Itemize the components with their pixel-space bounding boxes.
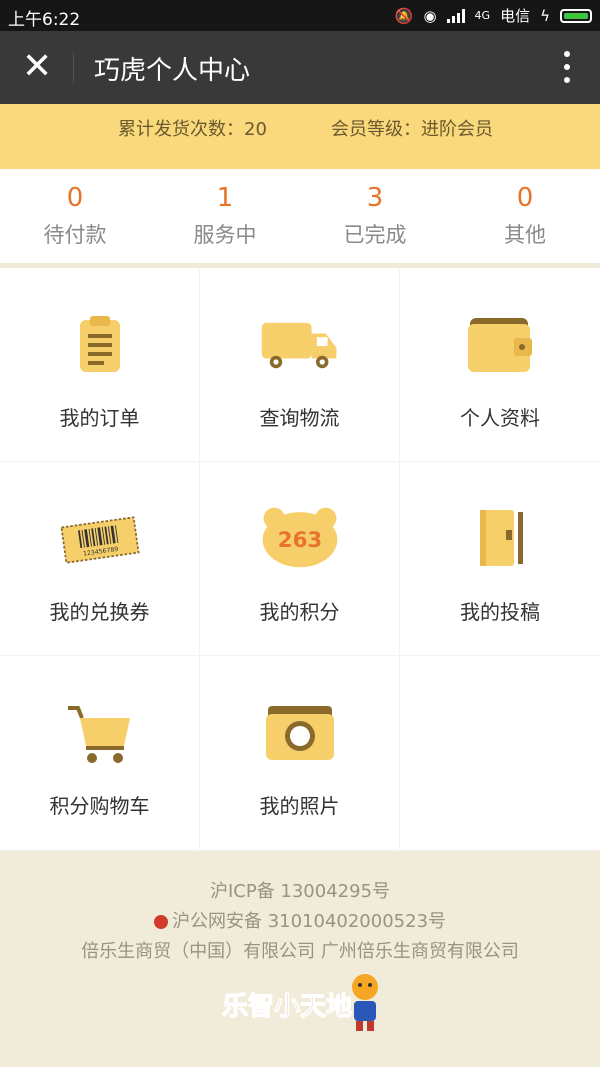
member-summary: 累计发货次数：20 会员等级：进阶会员 <box>0 104 600 169</box>
footer: 沪ICP备 13004295号 沪公网安备 31010402000523号 倍乐… <box>0 851 600 1067</box>
order-status-label: 已完成 <box>343 223 407 247</box>
title-separator <box>73 53 74 83</box>
signal-icon <box>446 8 465 23</box>
battery-icon <box>560 8 592 23</box>
mute-icon: 🔕 <box>394 6 414 25</box>
order-status-label: 待付款 <box>43 223 107 247</box>
points-value: 263 <box>277 528 322 553</box>
order-status-pending-payment[interactable]: 0 待付款 <box>0 169 150 263</box>
status-bar: 上午6:22 🔕 ◉ 4G 电信 ϟ <box>0 0 600 31</box>
title-bar: ✕ 巧虎个人中心 <box>0 31 600 104</box>
notebook-icon <box>480 510 523 566</box>
menu-my-photos[interactable]: 我的照片 <box>200 656 399 850</box>
more-vertical-icon[interactable] <box>564 51 570 83</box>
page-title: 巧虎个人中心 <box>94 56 251 86</box>
close-icon[interactable]: ✕ <box>22 49 52 85</box>
menu-label: 积分购物车 <box>49 794 150 818</box>
police-record-row: 沪公网安备 31010402000523号 <box>0 907 600 933</box>
network-type: 4G <box>474 9 491 22</box>
order-status-label: 服务中 <box>193 223 257 247</box>
status-icons: 🔕 ◉ 4G 电信 ϟ <box>395 5 592 26</box>
menu-points-cart[interactable]: 积分购物车 <box>0 656 199 850</box>
order-count: 0 <box>66 183 84 213</box>
carrier-name: 电信 <box>500 7 531 25</box>
clipboard-icon <box>79 316 120 372</box>
menu-my-points[interactable]: 263 我的积分 <box>200 462 399 655</box>
menu-label: 我的积分 <box>259 600 340 624</box>
order-count: 0 <box>516 183 534 213</box>
menu-grid: 我的订单 查询物流 个人资料 123456789 我的兑换券 263 我的积分 … <box>0 268 600 851</box>
charging-icon: ϟ <box>540 6 550 25</box>
shipment-count: 累计发货次数：20 <box>118 119 267 140</box>
tiger-mascot-icon <box>352 974 378 1031</box>
menu-label: 我的兑换券 <box>49 600 150 624</box>
police-badge-icon <box>153 915 168 929</box>
logo-text: 乐智小天地 <box>222 992 352 1022</box>
order-status-label: 其他 <box>504 223 546 247</box>
company-names: 倍乐生商贸（中国）有限公司 广州倍乐生商贸有限公司 <box>81 941 519 962</box>
menu-label: 我的投稿 <box>460 600 540 624</box>
camera-icon <box>265 706 334 760</box>
menu-my-orders[interactable]: 我的订单 <box>0 268 199 461</box>
bear-points-icon: 263 <box>262 507 337 568</box>
order-status-row: 0 待付款 1 服务中 3 已完成 0 其他 <box>0 169 600 263</box>
order-status-other[interactable]: 0 其他 <box>450 169 600 263</box>
brand-logo: 乐智小天地 <box>222 974 378 1031</box>
menu-label: 个人资料 <box>460 406 540 430</box>
police-record: 沪公网安备 31010402000523号 <box>171 911 447 932</box>
order-status-completed[interactable]: 3 已完成 <box>300 169 450 263</box>
order-status-in-service[interactable]: 1 服务中 <box>150 169 300 263</box>
menu-my-submissions[interactable]: 我的投稿 <box>400 462 600 655</box>
member-level: 会员等级：进阶会员 <box>331 119 493 140</box>
wallet-icon <box>468 318 532 372</box>
status-time: 上午6:22 <box>8 10 81 30</box>
menu-label: 查询物流 <box>259 406 340 430</box>
menu-empty-cell <box>400 656 600 850</box>
order-count: 1 <box>216 183 234 213</box>
ticket-icon: 123456789 <box>59 516 140 564</box>
wifi-icon: ◉ <box>423 6 437 25</box>
menu-track-shipping[interactable]: 查询物流 <box>200 268 399 461</box>
menu-profile[interactable]: 个人资料 <box>400 268 600 461</box>
icp-record: 沪ICP备 13004295号 <box>209 881 391 902</box>
menu-label: 我的订单 <box>59 406 140 430</box>
menu-my-coupons[interactable]: 123456789 我的兑换券 <box>0 462 199 655</box>
truck-icon <box>261 322 336 369</box>
cart-icon <box>67 706 130 763</box>
menu-label: 我的照片 <box>259 794 340 818</box>
order-count: 3 <box>366 183 384 213</box>
